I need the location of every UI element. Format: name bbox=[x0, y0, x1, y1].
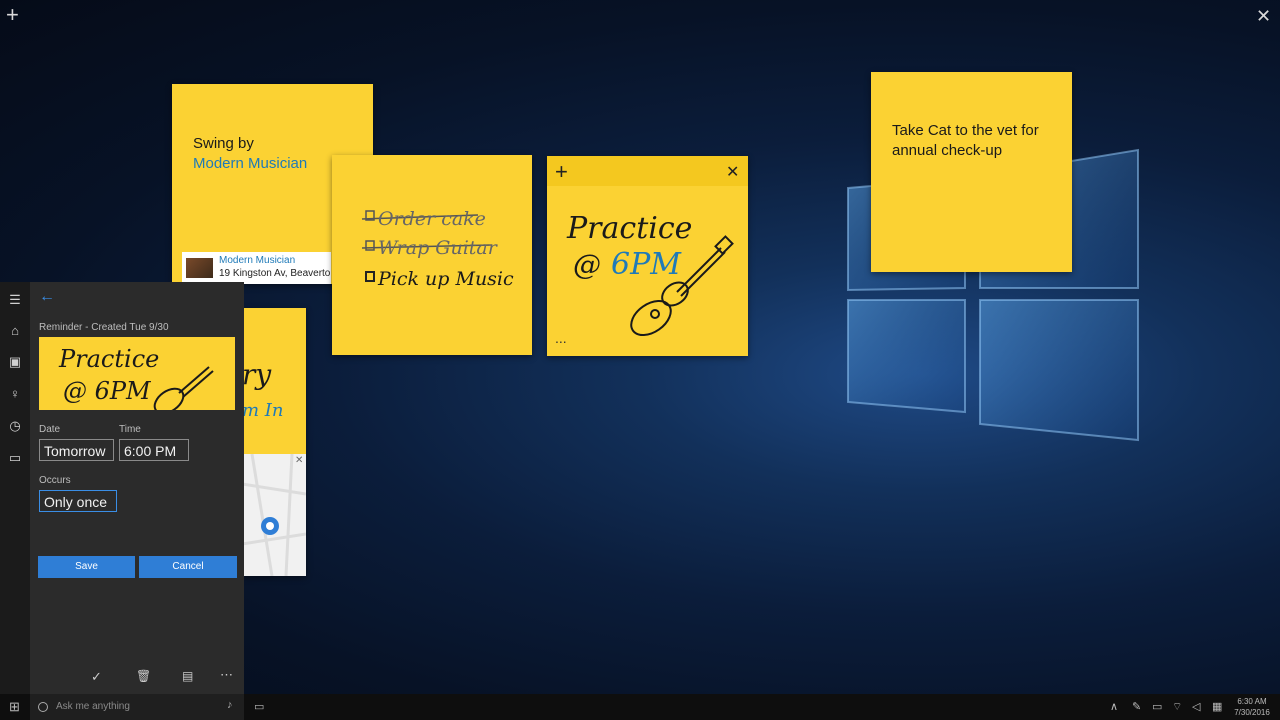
occurs-label: Occurs bbox=[39, 475, 71, 486]
tray-chevron-icon[interactable]: ∧ bbox=[1110, 700, 1118, 713]
note-vet[interactable]: Take Cat to the vet for annual check-up bbox=[871, 72, 1072, 272]
date-field[interactable]: Tomorrow bbox=[39, 439, 114, 461]
checkmark-icon[interactable]: ✓ bbox=[91, 669, 102, 685]
new-note-plus-icon[interactable]: + bbox=[6, 4, 19, 26]
map-card[interactable]: ✕ bbox=[242, 454, 306, 576]
preview-word-2: @ 6PM bbox=[63, 377, 152, 405]
save-button[interactable]: Save bbox=[38, 556, 135, 578]
checklist-item-3: Pick up Music bbox=[377, 268, 514, 290]
more-icon[interactable]: ⋯ bbox=[220, 667, 233, 683]
reminder-clock-icon[interactable]: ◷ bbox=[7, 418, 23, 434]
more-options-icon[interactable]: ... bbox=[555, 330, 567, 346]
feedback-icon[interactable]: ▭ bbox=[7, 450, 23, 466]
note-partial-text-blue: m In bbox=[242, 400, 284, 421]
reminder-panel: ← Reminder - Created Tue 9/30 Practice @… bbox=[30, 282, 244, 694]
delete-icon[interactable]: 🗑 bbox=[136, 669, 151, 683]
clock[interactable]: 6:30 AM 7/30/2016 bbox=[1232, 696, 1272, 718]
place-title: Modern Musician bbox=[219, 255, 296, 266]
note-line: Take Cat to the vet for bbox=[892, 122, 1039, 139]
practice-word: Practice bbox=[566, 211, 692, 246]
practice-ink: Practice @ 6PM bbox=[566, 211, 734, 337]
notebook-icon[interactable]: ▣ bbox=[7, 354, 23, 370]
close-icon[interactable]: ✕ bbox=[1256, 5, 1271, 27]
note-checklist[interactable]: Order cake Wrap Guitar Pick up Music bbox=[332, 155, 532, 355]
home-icon[interactable]: ⌂ bbox=[7, 323, 23, 339]
network-icon[interactable]: ⌔ bbox=[1172, 700, 1182, 714]
time-word: 6PM bbox=[611, 247, 682, 282]
nav-rail: ☰ ⌂ ▣ ♀ ◷ ▭ bbox=[0, 282, 30, 694]
time-label: Time bbox=[119, 424, 141, 435]
checklist-item-1: Order cake bbox=[378, 208, 486, 230]
save-disk-icon[interactable]: ▤ bbox=[182, 669, 193, 683]
occurs-field[interactable]: Only once bbox=[39, 490, 117, 512]
clock-date: 7/30/2016 bbox=[1234, 708, 1270, 717]
microphone-icon[interactable]: ♪ bbox=[227, 699, 233, 711]
cancel-button[interactable]: Cancel bbox=[139, 556, 237, 578]
date-label: Date bbox=[39, 424, 61, 435]
volume-icon[interactable]: ◁ bbox=[1192, 700, 1200, 713]
lightbulb-icon[interactable]: ♀ bbox=[7, 386, 23, 402]
note-map[interactable]: ry m In ✕ bbox=[242, 308, 306, 576]
checklist-item-2: Wrap Guitar bbox=[378, 237, 499, 259]
reminder-header: Reminder - Created Tue 9/30 bbox=[39, 322, 169, 333]
task-view-icon[interactable]: ▭ bbox=[254, 700, 264, 713]
place-thumbnail bbox=[186, 258, 213, 278]
reminder-preview: Practice @ 6PM bbox=[39, 337, 235, 410]
place-card[interactable]: Modern Musician 19 Kingston Av, Beaverto bbox=[182, 252, 331, 284]
checklist-ink: Order cake Wrap Guitar Pick up Music bbox=[361, 208, 514, 290]
at-symbol: @ bbox=[573, 248, 601, 281]
keyboard-icon[interactable]: ▦ bbox=[1212, 700, 1222, 713]
hamburger-menu-icon[interactable]: ☰ bbox=[7, 292, 23, 308]
note-line: annual check-up bbox=[892, 142, 1003, 159]
cortana-circle-icon bbox=[38, 702, 48, 712]
back-arrow-icon[interactable]: ← bbox=[39, 288, 55, 306]
battery-icon[interactable]: ▭ bbox=[1152, 700, 1162, 713]
note-link[interactable]: Modern Musician bbox=[193, 154, 307, 174]
pen-icon[interactable]: ✎ bbox=[1132, 700, 1141, 713]
cortana-search-box[interactable]: Ask me anything ♪ bbox=[30, 694, 244, 720]
map-image bbox=[242, 454, 306, 576]
note-line: Swing by bbox=[193, 135, 254, 152]
taskbar: ⊞ Ask me anything ♪ ▭ ∧ ✎ ▭ ⌔ ◁ ▦ 6:30 A… bbox=[0, 694, 1280, 720]
note-partial-text: ry bbox=[242, 358, 272, 391]
preview-guitar-drawing bbox=[153, 366, 214, 410]
start-windows-icon[interactable]: ⊞ bbox=[9, 699, 20, 715]
map-close-icon[interactable]: ✕ bbox=[295, 455, 303, 466]
place-address: 19 Kingston Av, Beaverto bbox=[219, 268, 331, 279]
search-placeholder: Ask me anything bbox=[56, 701, 130, 712]
note-practice[interactable]: + ✕ Practice @ 6PM ... bbox=[547, 156, 748, 356]
time-field[interactable]: 6:00 PM bbox=[119, 439, 189, 461]
preview-word-1: Practice bbox=[58, 345, 159, 373]
clock-time: 6:30 AM bbox=[1237, 697, 1267, 706]
